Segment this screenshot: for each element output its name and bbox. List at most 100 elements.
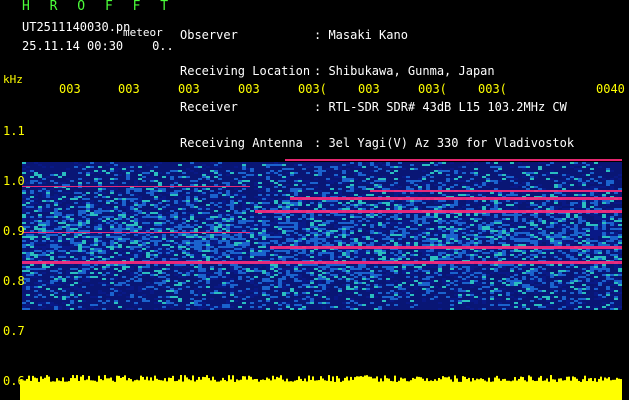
noise-speck <box>426 238 430 240</box>
noise-speck <box>206 216 210 218</box>
noise-speck <box>290 238 294 240</box>
noise-speck <box>490 250 494 252</box>
noise-speck <box>398 234 402 236</box>
noise-speck <box>66 270 70 272</box>
noise-speck <box>178 234 182 236</box>
noise-speck <box>38 274 42 276</box>
noise-speck <box>578 182 582 184</box>
noise-speck <box>194 246 198 248</box>
noise-speck <box>54 208 58 210</box>
noise-speck <box>518 268 522 270</box>
noise-speck <box>146 236 150 238</box>
noise-speck <box>30 238 34 240</box>
noise-speck <box>474 218 478 220</box>
noise-speck <box>610 254 614 256</box>
noise-speck <box>570 258 574 260</box>
noise-speck <box>430 230 434 232</box>
noise-speck <box>314 178 318 180</box>
noise-speck <box>346 186 350 188</box>
noise-speck <box>370 244 374 246</box>
noise-speck <box>138 246 142 248</box>
noise-speck <box>94 180 98 182</box>
noise-speck <box>478 224 482 226</box>
noise-speck <box>326 214 330 216</box>
noise-speck <box>582 202 586 204</box>
noise-speck <box>190 162 194 164</box>
noise-speck <box>130 230 134 232</box>
noise-speck <box>470 220 474 222</box>
noise-speck <box>22 240 26 242</box>
noise-speck <box>170 250 174 252</box>
noise-speck <box>214 176 218 178</box>
noise-speck <box>290 230 294 232</box>
noise-speck <box>594 236 598 238</box>
noise-speck <box>590 188 594 190</box>
noise-speck <box>554 240 558 242</box>
noise-speck <box>98 178 102 180</box>
noise-speck <box>270 256 274 258</box>
noise-speck <box>342 164 346 166</box>
noise-speck <box>246 226 250 228</box>
noise-speck <box>602 222 606 224</box>
noise-speck <box>394 256 398 258</box>
noise-speck <box>278 198 282 200</box>
noise-speck <box>618 174 622 176</box>
noise-speck <box>306 256 310 258</box>
noise-speck <box>134 224 138 226</box>
noise-speck <box>370 206 374 208</box>
noise-speck <box>230 218 234 220</box>
noise-speck <box>202 256 206 258</box>
noise-speck <box>330 240 334 242</box>
noise-speck <box>442 204 446 206</box>
noise-speck <box>530 258 534 260</box>
noise-speck <box>274 220 278 222</box>
noise-speck <box>102 274 106 276</box>
noise-speck <box>94 220 98 222</box>
noise-speck <box>342 254 346 256</box>
noise-speck <box>370 240 374 242</box>
noise-speck <box>610 244 614 246</box>
noise-speck <box>326 220 330 222</box>
noise-speck <box>70 230 74 232</box>
noise-speck <box>298 258 302 260</box>
noise-speck <box>494 214 498 216</box>
noise-speck <box>170 258 174 260</box>
noise-speck <box>306 230 310 232</box>
noise-speck <box>222 240 226 242</box>
noise-speck <box>326 208 330 210</box>
noise-speck <box>42 216 46 218</box>
noise-speck <box>414 266 418 268</box>
noise-speck <box>558 226 562 228</box>
noise-speck <box>86 218 90 220</box>
noise-speck <box>286 242 290 244</box>
noise-speck <box>614 232 618 234</box>
noise-speck <box>602 238 606 240</box>
noise-speck <box>466 232 470 234</box>
noise-speck <box>386 236 390 238</box>
noise-speck <box>54 214 58 216</box>
noise-speck <box>38 254 42 256</box>
noise-speck <box>366 250 370 252</box>
noise-speck <box>226 254 230 256</box>
noise-speck <box>314 204 318 206</box>
noise-speck <box>146 222 150 224</box>
noise-speck <box>518 244 522 246</box>
noise-speck <box>346 226 350 228</box>
noise-speck <box>190 258 194 260</box>
noise-speck <box>490 240 494 242</box>
noise-speck <box>418 266 422 268</box>
noise-speck <box>450 168 454 170</box>
noise-speck <box>134 276 138 278</box>
noise-speck <box>154 250 158 252</box>
noise-speck <box>270 182 274 184</box>
noise-speck <box>66 224 70 226</box>
noise-speck <box>302 164 306 166</box>
noise-speck <box>58 254 62 256</box>
noise-speck <box>166 172 170 174</box>
noise-speck <box>174 212 178 214</box>
noise-speck <box>174 268 178 270</box>
noise-speck <box>494 166 498 168</box>
noise-speck <box>562 218 566 220</box>
noise-speck <box>350 238 354 240</box>
noise-speck <box>374 216 378 218</box>
